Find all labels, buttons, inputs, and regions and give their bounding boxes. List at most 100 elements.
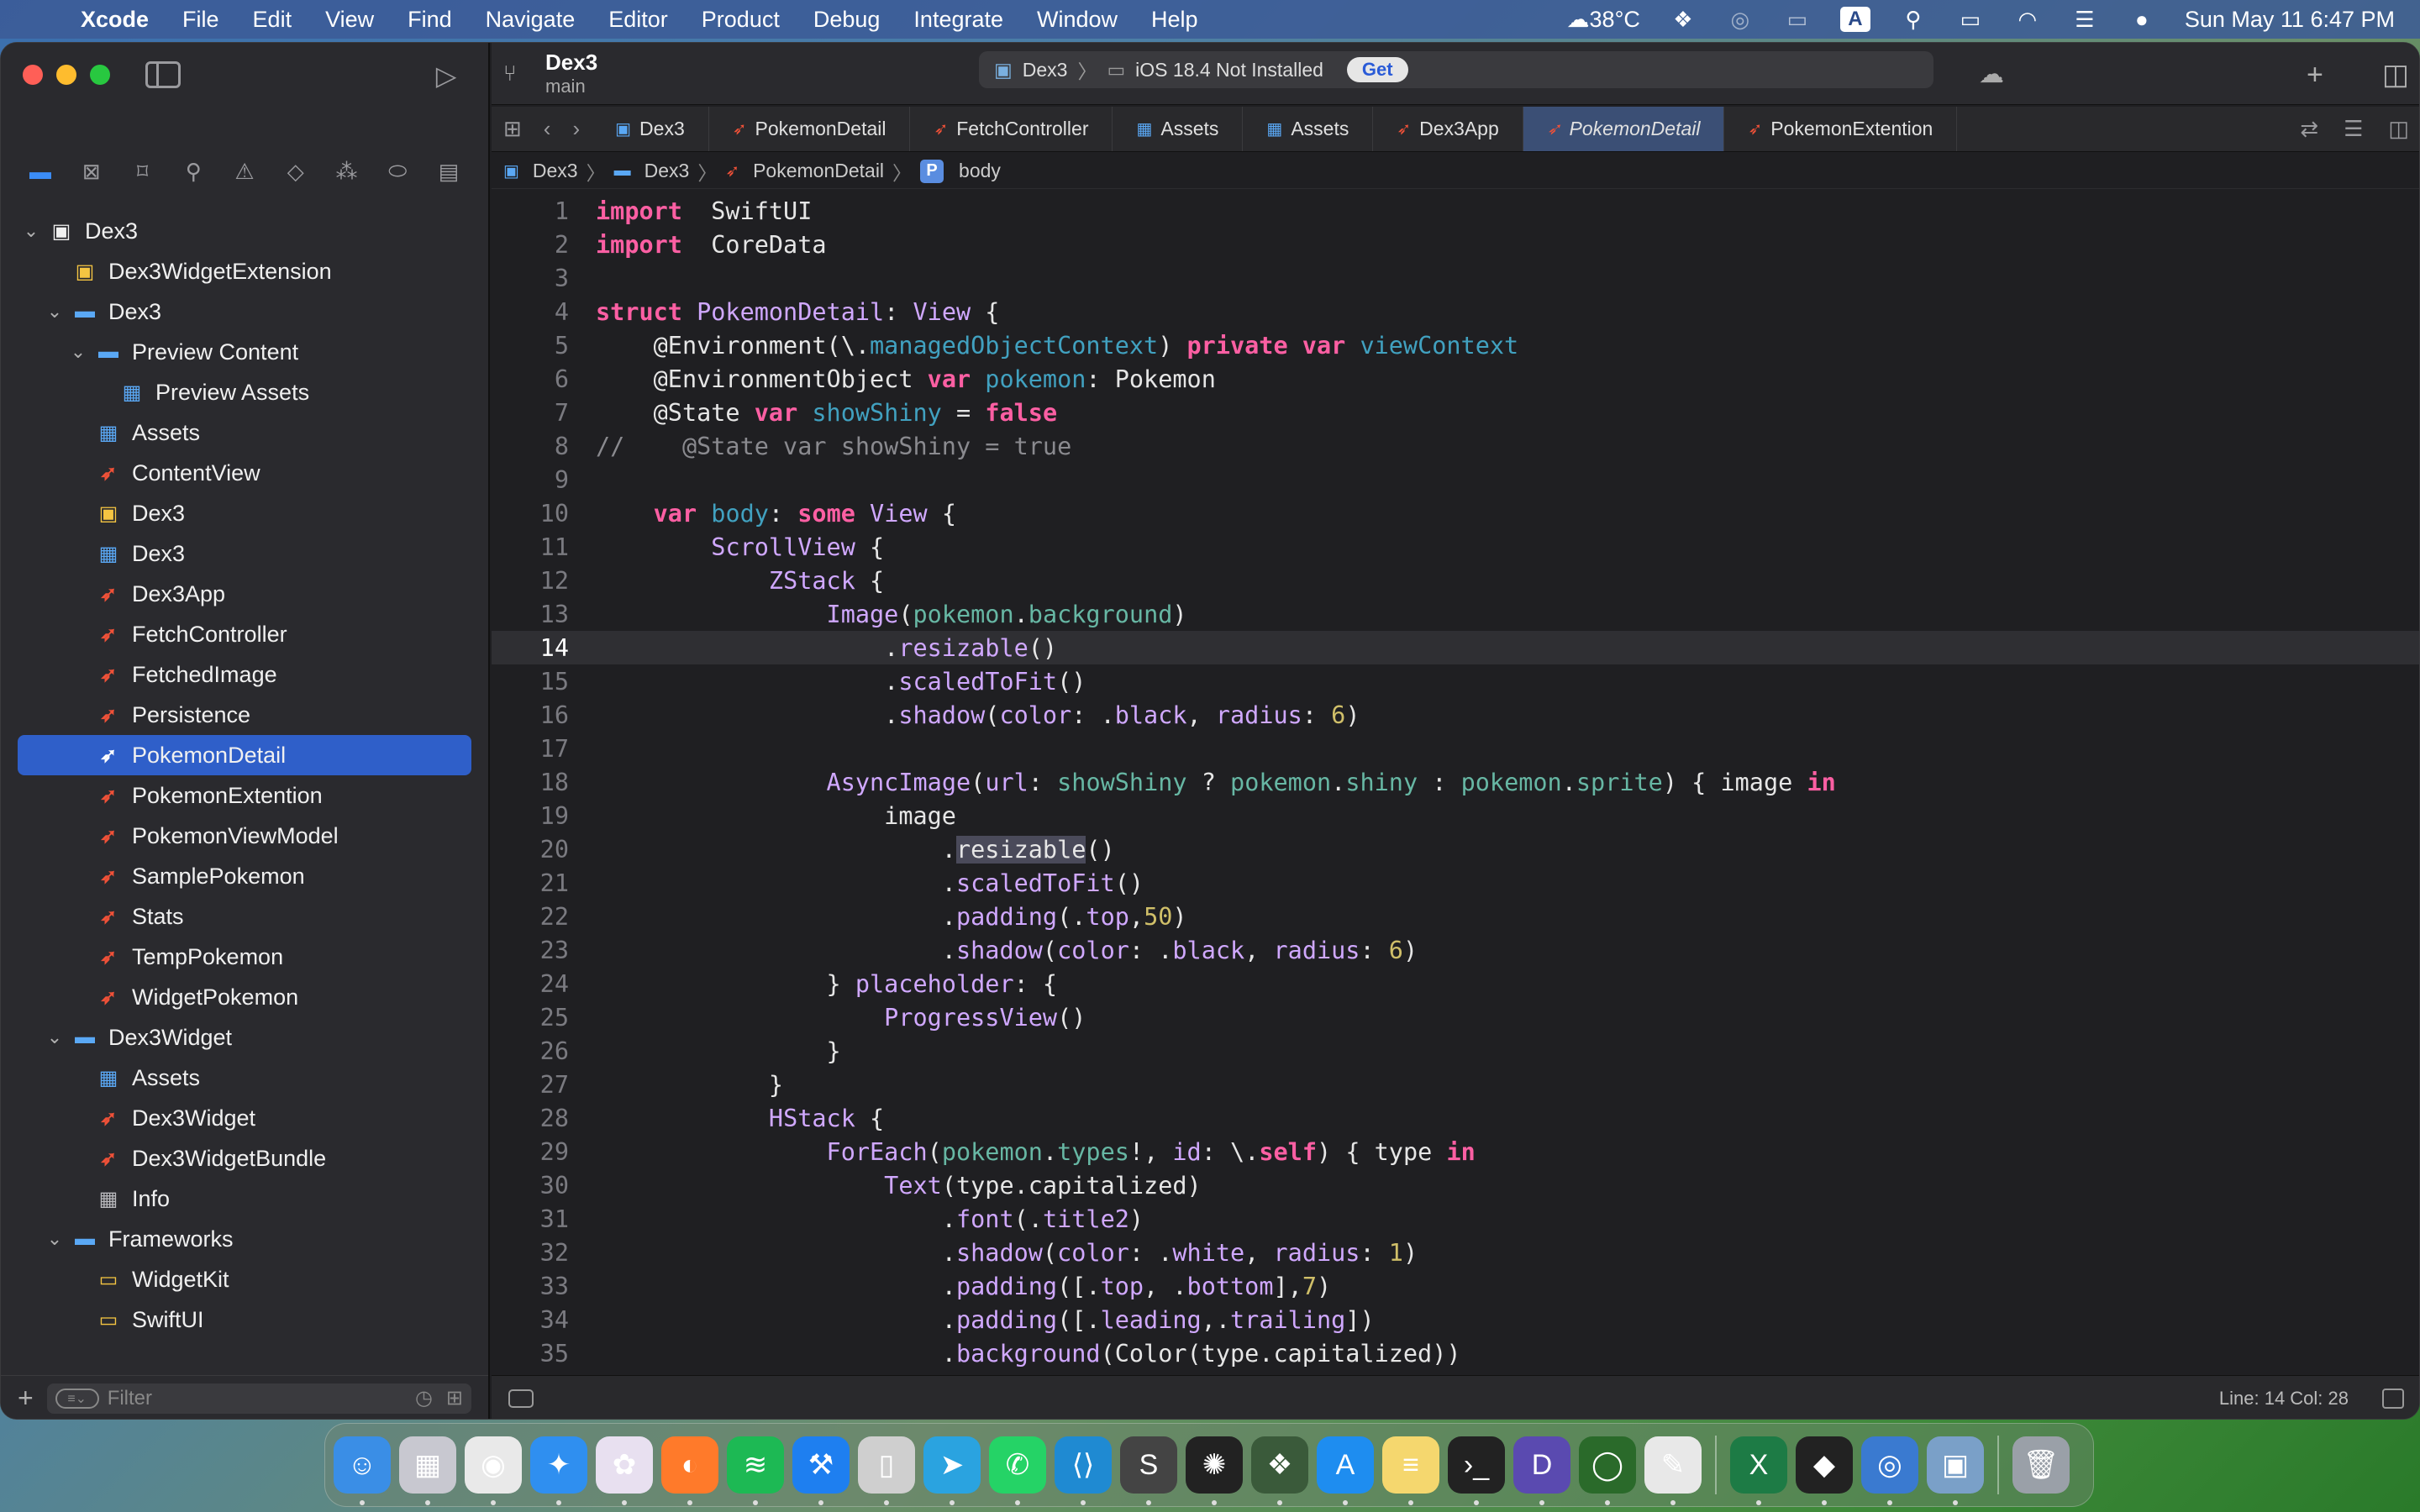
project-title[interactable]: Dex3 main (545, 50, 597, 97)
navigator-item[interactable]: ➶ TempPokemon (18, 937, 471, 977)
excel-icon[interactable]: X (1730, 1436, 1787, 1505)
filter-options-icon[interactable]: ≡⌄ (55, 1388, 99, 1409)
whatsapp-icon[interactable]: ✆ (989, 1436, 1046, 1505)
code-line[interactable]: 10 var body: some View { (492, 496, 2419, 530)
code-line[interactable]: 9 (492, 463, 2419, 496)
unity-app-icon[interactable]: ◆ (1796, 1436, 1853, 1505)
navigator-item[interactable]: ➶ ContentView (18, 453, 471, 493)
editor-tab[interactable]: ➶ PokemonExtention (1724, 107, 1958, 151)
menu-integrate[interactable]: Integrate (913, 7, 1003, 33)
finder-icon[interactable]: ☺ (334, 1436, 391, 1505)
code-line[interactable]: 4 struct PokemonDetail: View { (492, 295, 2419, 328)
split-editor-icon[interactable]: ◫ (2388, 116, 2409, 142)
chatgpt-icon[interactable]: ✺ (1186, 1436, 1243, 1505)
preview-app-icon[interactable]: ◎ (1861, 1436, 1918, 1505)
navigator-item[interactable]: ➶ FetchController (18, 614, 471, 654)
code-line[interactable]: 22 .padding(.top,50) (492, 900, 2419, 933)
debug-navigator-icon[interactable]: ⁂ (333, 157, 361, 186)
navigator-item[interactable]: ➶ Dex3Widget (18, 1098, 471, 1138)
sublime-icon[interactable]: S (1120, 1436, 1177, 1505)
navigator-item[interactable]: ▦ Info (18, 1179, 471, 1219)
telegram-icon[interactable]: ➤ (923, 1436, 981, 1505)
code-line[interactable]: 15 .scaledToFit() (492, 664, 2419, 698)
swap-icon[interactable]: ⇄ (2300, 116, 2318, 142)
disclosure-chevron-icon[interactable]: ⌄ (21, 220, 41, 242)
firefox-icon[interactable]: ◐ (661, 1436, 718, 1505)
breakpoint-navigator-icon[interactable]: ⬭ (383, 157, 412, 186)
navigator-item[interactable]: ▭ WidgetKit (18, 1259, 471, 1299)
get-platform-button[interactable]: Get (1346, 57, 1408, 82)
source-control-navigator-icon[interactable]: ⊠ (77, 157, 106, 186)
spotlight-search-icon[interactable]: ⚲ (1899, 7, 1928, 32)
related-items-grid-icon[interactable]: ⊞ (503, 116, 522, 142)
code-line[interactable]: 14 .resizable() (492, 631, 2419, 664)
menu-find[interactable]: Find (408, 7, 452, 33)
code-line[interactable]: 30 Text(type.capitalized) (492, 1168, 2419, 1202)
toggle-navigator-icon[interactable] (145, 61, 181, 88)
navigator-item[interactable]: ➶ Stats (18, 896, 471, 937)
navigator-item[interactable]: ➶ WidgetPokemon (18, 977, 471, 1017)
code-line[interactable]: 12 ZStack { (492, 564, 2419, 597)
editor-tab[interactable]: ➶ FetchController (910, 107, 1113, 151)
jump-symbol[interactable]: body (959, 160, 1001, 182)
input-source-icon[interactable]: A (1839, 7, 1870, 32)
code-line[interactable]: 2 import CoreData (492, 228, 2419, 261)
spotify-icon[interactable]: ≋ (727, 1436, 784, 1505)
code-line[interactable]: 1 import SwiftUI (492, 194, 2419, 228)
code-line[interactable]: 31 .font(.title2) (492, 1202, 2419, 1236)
navigator-item[interactable]: ➶ PokemonExtention (18, 775, 471, 816)
menu-debug[interactable]: Debug (813, 7, 881, 33)
textedit-icon[interactable]: ✎ (1644, 1436, 1702, 1505)
navigator-item[interactable]: ➶ Dex3App (18, 574, 471, 614)
issue-navigator-icon[interactable]: ⚠ (230, 157, 259, 186)
editor-options-lines-icon[interactable]: ☰ (2344, 116, 2363, 142)
navigator-item[interactable]: ▦ Assets (18, 412, 471, 453)
navigator-item[interactable]: ➶ Dex3WidgetBundle (18, 1138, 471, 1179)
menu-help[interactable]: Help (1151, 7, 1198, 33)
code-line[interactable]: 8 // @State var showShiny = true (492, 429, 2419, 463)
refresh-app-icon[interactable]: ◯ (1579, 1436, 1636, 1505)
recent-files-icon[interactable]: ◷ (415, 1386, 433, 1410)
code-line[interactable]: 24 } placeholder: { (492, 967, 2419, 1000)
navigator-item[interactable]: ▣ Dex3WidgetExtension (18, 251, 471, 291)
toggle-inspector-icon[interactable]: ◫ (2382, 58, 2409, 92)
code-line[interactable]: 17 (492, 732, 2419, 765)
forward-arrow-icon[interactable]: › (572, 116, 580, 142)
dash-app-icon[interactable]: D (1513, 1436, 1570, 1505)
simulator-icon[interactable]: ▯ (858, 1436, 915, 1505)
source-control-filter-icon[interactable]: ⊞ (446, 1386, 463, 1410)
run-destination[interactable]: iOS 18.4 Not Installed (1135, 59, 1323, 81)
navigator-item[interactable]: ▦ Assets (18, 1058, 471, 1098)
menu-product[interactable]: Product (702, 7, 780, 33)
navigator-item[interactable]: ▦ Dex3 (18, 533, 471, 574)
notes-icon[interactable]: ≡ (1382, 1436, 1439, 1505)
dropbox-icon[interactable]: ❖ (1669, 7, 1697, 32)
code-line[interactable]: 13 Image(pokemon.background) (492, 597, 2419, 631)
disclosure-chevron-icon[interactable]: ⌄ (45, 301, 65, 323)
library-add-icon[interactable]: + (2307, 59, 2323, 92)
jump-project[interactable]: Dex3 (533, 160, 578, 182)
code-line[interactable]: 32 .shadow(color: .white, radius: 1) (492, 1236, 2419, 1269)
jump-file[interactable]: PokemonDetail (753, 160, 884, 182)
menu-navigate[interactable]: Navigate (486, 7, 576, 33)
chrome-icon[interactable]: ◉ (465, 1436, 522, 1505)
code-line[interactable]: 25 ProgressView() (492, 1000, 2419, 1034)
editor-tab[interactable]: ➶ Dex3App (1373, 107, 1523, 151)
navigator-item[interactable]: ⌄ ▬ Preview Content (18, 332, 471, 372)
code-line[interactable]: 18 AsyncImage(url: showShiny ? pokemon.s… (492, 765, 2419, 799)
code-line[interactable]: 34 .padding([.leading,.trailing]) (492, 1303, 2419, 1336)
jump-group[interactable]: Dex3 (644, 160, 690, 182)
navigator-item[interactable]: ➶ Persistence (18, 695, 471, 735)
add-file-icon[interactable]: + (18, 1383, 34, 1414)
test-navigator-icon[interactable]: ◇ (281, 157, 310, 186)
find-navigator-icon[interactable]: ⚲ (179, 157, 208, 186)
app-store-icon[interactable]: A (1317, 1436, 1374, 1505)
show-debug-area-icon[interactable] (2382, 1388, 2404, 1409)
menu-editor[interactable]: Editor (608, 7, 668, 33)
back-arrow-icon[interactable]: ‹ (544, 116, 551, 142)
code-line[interactable]: 29 ForEach(pokemon.types!, id: \.self) {… (492, 1135, 2419, 1168)
photos-app-icon[interactable]: ✿ (596, 1436, 653, 1505)
screen-mirror-icon[interactable]: ▭ (1783, 7, 1812, 32)
code-line[interactable]: 7 @State var showShiny = false (492, 396, 2419, 429)
menu-file[interactable]: File (182, 7, 219, 33)
